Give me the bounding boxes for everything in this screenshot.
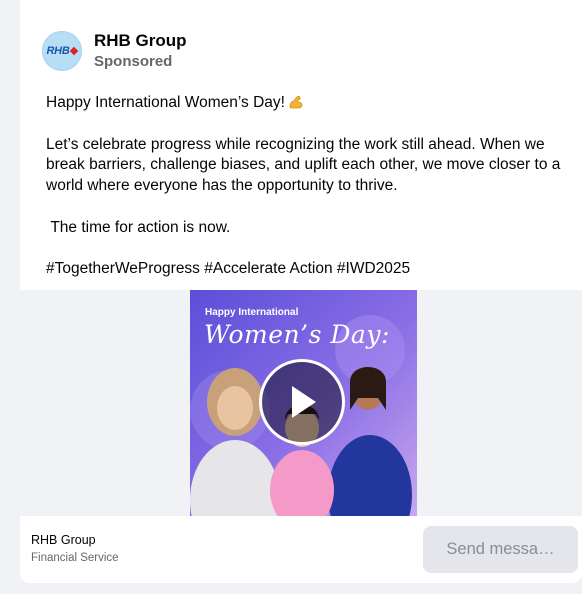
rhb-logo: RHB — [46, 45, 70, 57]
send-message-button[interactable]: Send messa… — [423, 526, 578, 573]
sponsored-post-card: RHB RHB Group Sponsored Happy Internatio… — [20, 0, 582, 583]
post-line: world where everyone has the opportunity… — [46, 177, 398, 195]
footer-category: Financial Service — [31, 552, 119, 564]
post-meta: RHB Group Sponsored — [94, 30, 187, 72]
avatar[interactable]: RHB — [42, 31, 82, 71]
post-line: Happy International Women’s Day! — [46, 93, 566, 114]
play-icon — [292, 386, 316, 418]
play-button[interactable] — [259, 359, 345, 445]
logo-diamond-icon — [70, 46, 79, 56]
post-line: The time for action is now. — [46, 218, 231, 236]
hashtags[interactable]: #TogetherWeProgress #Accelerate Action #… — [46, 259, 566, 280]
flexed-biceps-icon — [289, 95, 303, 109]
post-line: Let’s celebrate progress while recognizi… — [46, 135, 545, 153]
post-body: Happy International Women’s Day! Let’s c… — [46, 93, 566, 280]
page-name-link[interactable]: RHB Group — [94, 30, 187, 51]
footer-page-name[interactable]: RHB Group — [31, 533, 96, 547]
thumbnail-caption-small: Happy International — [205, 307, 299, 318]
media-container: Happy International Women’s Day: — [20, 290, 582, 516]
post-header: RHB RHB Group Sponsored — [42, 29, 187, 73]
cta-footer: RHB Group Financial Service Send messa… — [20, 516, 582, 583]
video-thumbnail[interactable]: Happy International Women’s Day: — [190, 290, 417, 516]
post-line: break barriers, challenge biases, and up… — [46, 156, 561, 174]
thumbnail-caption-big: Women’s Day: — [204, 320, 390, 349]
sponsored-label[interactable]: Sponsored — [94, 52, 187, 72]
